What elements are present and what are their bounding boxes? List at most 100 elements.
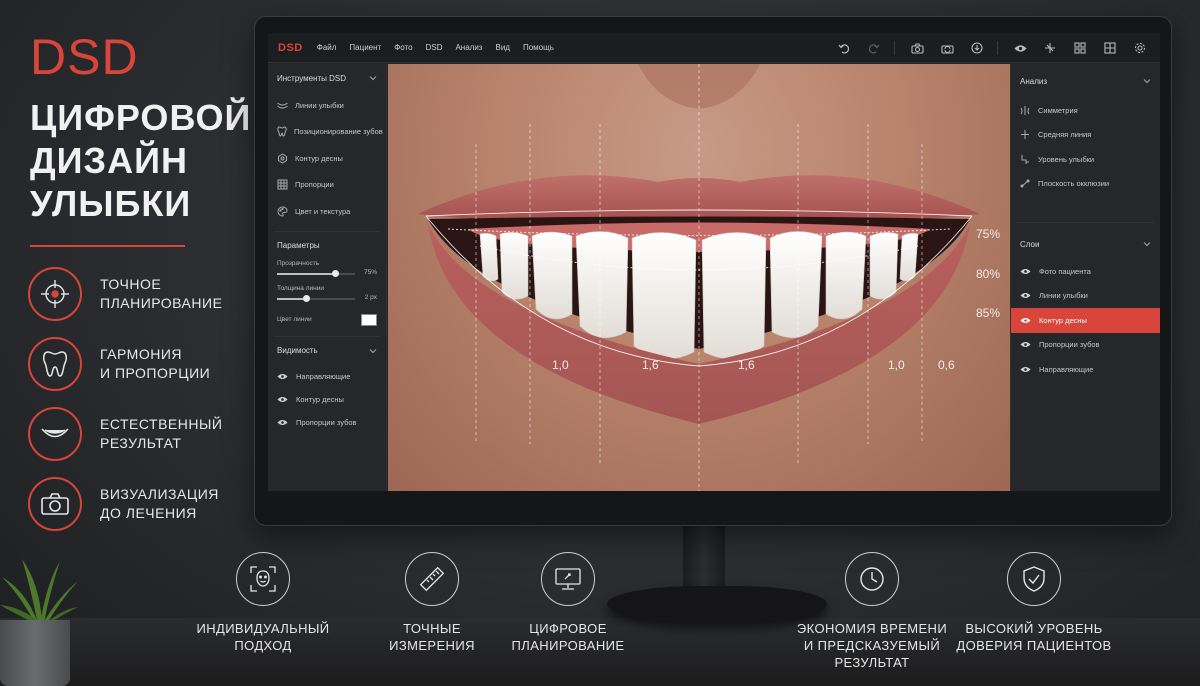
tool-label: Контур десны [295, 153, 343, 163]
eye-icon [277, 373, 288, 379]
bottom-feature-time-saving: ЭКОНОМИЯ ВРЕМЕНИ И ПРЕДСКАЗУЕМЫЙ РЕЗУЛЬТ… [792, 552, 952, 671]
monitor-icon [541, 552, 595, 606]
layout-icon[interactable] [1102, 40, 1118, 56]
tool-tooth-positioning[interactable]: Позиционирование зубов [268, 119, 386, 146]
visibility-section-title: Видимость [277, 346, 318, 355]
tools-section-header[interactable]: Инструменты DSD [268, 64, 386, 92]
grid-icon[interactable] [1072, 40, 1088, 56]
opacity-slider[interactable]: 75% [277, 267, 377, 281]
layer-patient-photo[interactable]: Фото пациента [1011, 259, 1160, 284]
opacity-value: 75% [363, 268, 377, 276]
smile-percent-label: 85% [976, 306, 1001, 320]
slider-handle[interactable] [332, 269, 339, 277]
redo-icon[interactable] [866, 40, 882, 56]
gum-contour-icon [278, 153, 287, 164]
undo-icon[interactable] [836, 40, 852, 56]
menu-bar: DSD Файл Пациент Фото DSD Анализ Вид Пом… [268, 33, 1160, 63]
visibility-tooth-proportions[interactable]: Пропорции зубов [268, 411, 386, 434]
visibility-label: Контур десны [296, 394, 344, 404]
tool-gum-contour[interactable]: Контур десны [268, 145, 386, 172]
camera-icon[interactable] [909, 40, 925, 56]
shield-check-icon [1007, 552, 1061, 606]
menu-help[interactable]: Помощь [523, 43, 554, 52]
analysis-occlusion-plane[interactable]: Плоскость окклюзии [1011, 172, 1160, 197]
occlusion-plane-icon [1020, 179, 1030, 188]
tool-label: Цвет и текстура [295, 206, 351, 216]
tool-color-texture[interactable]: Цвет и текстура [268, 198, 386, 225]
chevron-down-icon [369, 348, 377, 353]
bottom-feature-text: ВЫСОКИЙ УРОВЕНЬ ДОВЕРИЯ ПАЦИЕНТОВ [956, 621, 1112, 653]
chevron-down-icon [1143, 79, 1151, 84]
bottom-feature-digital-planning: ЦИФРОВОЕ ПЛАНИРОВАНИЕ [488, 552, 648, 654]
analysis-midline[interactable]: Средняя линия [1011, 123, 1160, 148]
analysis-symmetry[interactable]: Симметрия [1011, 98, 1160, 123]
eye-icon[interactable] [1012, 40, 1028, 56]
visibility-section-header[interactable]: Видимость [268, 337, 386, 365]
layer-label: Пропорции зубов [1039, 340, 1100, 350]
bottom-feature-text: ИНДИВИДУАЛЬНЫЙ ПОДХОД [196, 621, 330, 653]
tooth-ratio-label: 1,0 [888, 358, 905, 372]
feature-precise-planning: ТОЧНОЕ ПЛАНИРОВАНИЕ [28, 266, 258, 322]
smile-percent-label: 75% [976, 227, 1001, 241]
feature-natural-result: ЕСТЕСТВЕННЫЙ РЕЗУЛЬТАТ [28, 406, 258, 462]
symmetry-icon [1020, 105, 1030, 115]
analysis-label: Уровень улыбки [1038, 154, 1095, 164]
eye-icon [1020, 317, 1031, 323]
crosshair-target-icon [28, 267, 82, 321]
palette-icon [277, 206, 288, 217]
chevron-down-icon [1143, 242, 1151, 247]
thickness-value: 2 px [364, 293, 377, 301]
feature-text: ЕСТЕСТВЕННЫЙ РЕЗУЛЬТАТ [100, 416, 223, 451]
menu-analysis[interactable]: Анализ [455, 43, 482, 52]
layer-guides[interactable]: Направляющие [1011, 357, 1160, 382]
bottom-feature-trust: ВЫСОКИЙ УРОВЕНЬ ДОВЕРИЯ ПАЦИЕНТОВ [954, 552, 1114, 654]
line-color-swatch[interactable] [361, 313, 377, 326]
visibility-label: Пропорции зубов [296, 417, 357, 427]
menu-view[interactable]: Вид [495, 43, 509, 52]
tool-label: Позиционирование зубов [294, 127, 383, 137]
feature-visualization: ВИЗУАЛИЗАЦИЯ ДО ЛЕЧЕНИЯ [28, 476, 258, 532]
face-scan-icon [236, 552, 290, 606]
monitor-stand [683, 526, 725, 590]
layers-section-header[interactable]: Слои [1011, 229, 1160, 259]
visibility-label: Направляющие [296, 371, 351, 381]
tool-proportions[interactable]: Пропорции [268, 172, 386, 199]
import-icon[interactable] [969, 40, 985, 56]
settings-icon[interactable] [1132, 40, 1148, 56]
analysis-section-header[interactable]: Анализ [1011, 64, 1160, 98]
thickness-slider[interactable]: 2 px [277, 292, 377, 306]
menu-patient[interactable]: Пациент [349, 43, 381, 52]
slider-fill [277, 272, 336, 275]
monitor: DSD Файл Пациент Фото DSD Анализ Вид Пом… [254, 16, 1172, 526]
analysis-smile-level[interactable]: Уровень улыбки [1011, 147, 1160, 172]
camera-switch-icon[interactable] [939, 40, 955, 56]
menu-photo[interactable]: Фото [394, 43, 412, 52]
chevron-down-icon [369, 76, 377, 81]
photo-canvas[interactable]: 75% 80% 85% 1,0 1,6 1,6 1,0 0,6 [388, 64, 1010, 491]
visibility-gum-contour[interactable]: Контур десны [268, 388, 386, 411]
tooth-ratio-label: 1,0 [552, 358, 569, 372]
smile-lines-icon [277, 102, 288, 109]
eye-icon [1020, 366, 1031, 372]
plant-pot [0, 620, 70, 686]
menu-file[interactable]: Файл [317, 43, 337, 52]
tool-label: Пропорции [295, 180, 334, 190]
menu-dsd[interactable]: DSD [426, 43, 443, 52]
opacity-label: Прозрачность [277, 259, 320, 267]
toolbar [822, 40, 1148, 56]
visibility-guides[interactable]: Направляющие [268, 365, 386, 388]
smile-level-icon [1021, 154, 1029, 164]
analysis-label: Плоскость окклюзии [1038, 179, 1110, 189]
layer-gum-contour[interactable]: Контур десны [1011, 308, 1160, 333]
line-color-label: Цвет линии [277, 316, 312, 323]
measure-icon[interactable] [1042, 40, 1058, 56]
toolbar-separator [997, 41, 998, 55]
thickness-label: Толщина линии [277, 284, 324, 292]
slider-handle[interactable] [303, 294, 311, 302]
analysis-label: Средняя линия [1038, 130, 1092, 140]
tool-smile-lines[interactable]: Линии улыбки [268, 92, 386, 119]
tooth-ratio-label: 1,6 [738, 358, 755, 372]
layer-tooth-proportions[interactable]: Пропорции зубов [1011, 333, 1160, 358]
midline-icon [1021, 130, 1029, 140]
layer-smile-lines[interactable]: Линии улыбки [1011, 284, 1160, 309]
